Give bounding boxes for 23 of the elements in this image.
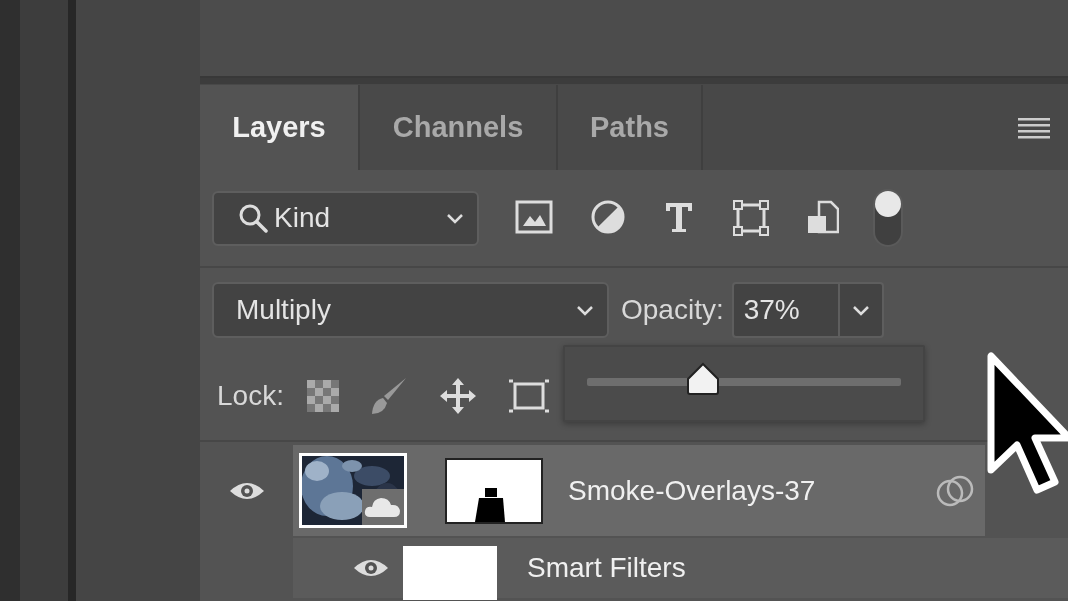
adjustment-icon[interactable] (591, 200, 625, 236)
filter-toggle[interactable] (873, 189, 903, 247)
smart-filter-mask-icon[interactable] (935, 473, 975, 508)
smart-object-icon[interactable] (807, 200, 839, 236)
search-icon[interactable] (238, 203, 268, 233)
lock-label: Lock: (217, 379, 284, 413)
image-icon[interactable] (515, 200, 553, 236)
panel-menu-icon[interactable] (1018, 115, 1050, 140)
layer-row[interactable]: Smart Filters (293, 538, 1068, 598)
layer-name[interactable]: Smoke-Overlays-37 (568, 469, 935, 512)
blend-mode-dropdown[interactable]: Multiply (212, 282, 609, 338)
artboard-icon[interactable] (507, 377, 550, 415)
layer-row[interactable]: Smoke-Overlays-37 (293, 445, 985, 536)
smart-object-badge-icon (362, 489, 404, 525)
brush-icon[interactable] (369, 376, 408, 416)
opacity-label: Opacity: (621, 293, 724, 327)
layer-name[interactable]: Smart Filters (527, 547, 686, 589)
kind-filter-dropdown[interactable]: Kind (212, 190, 479, 246)
layer-mask-thumbnail[interactable] (445, 457, 543, 524)
filter-mask-thumbnail[interactable] (403, 546, 497, 600)
lock-transparency-icon[interactable] (305, 379, 340, 413)
shape-icon[interactable] (733, 200, 769, 236)
panel-tab[interactable]: Layers (200, 85, 360, 170)
